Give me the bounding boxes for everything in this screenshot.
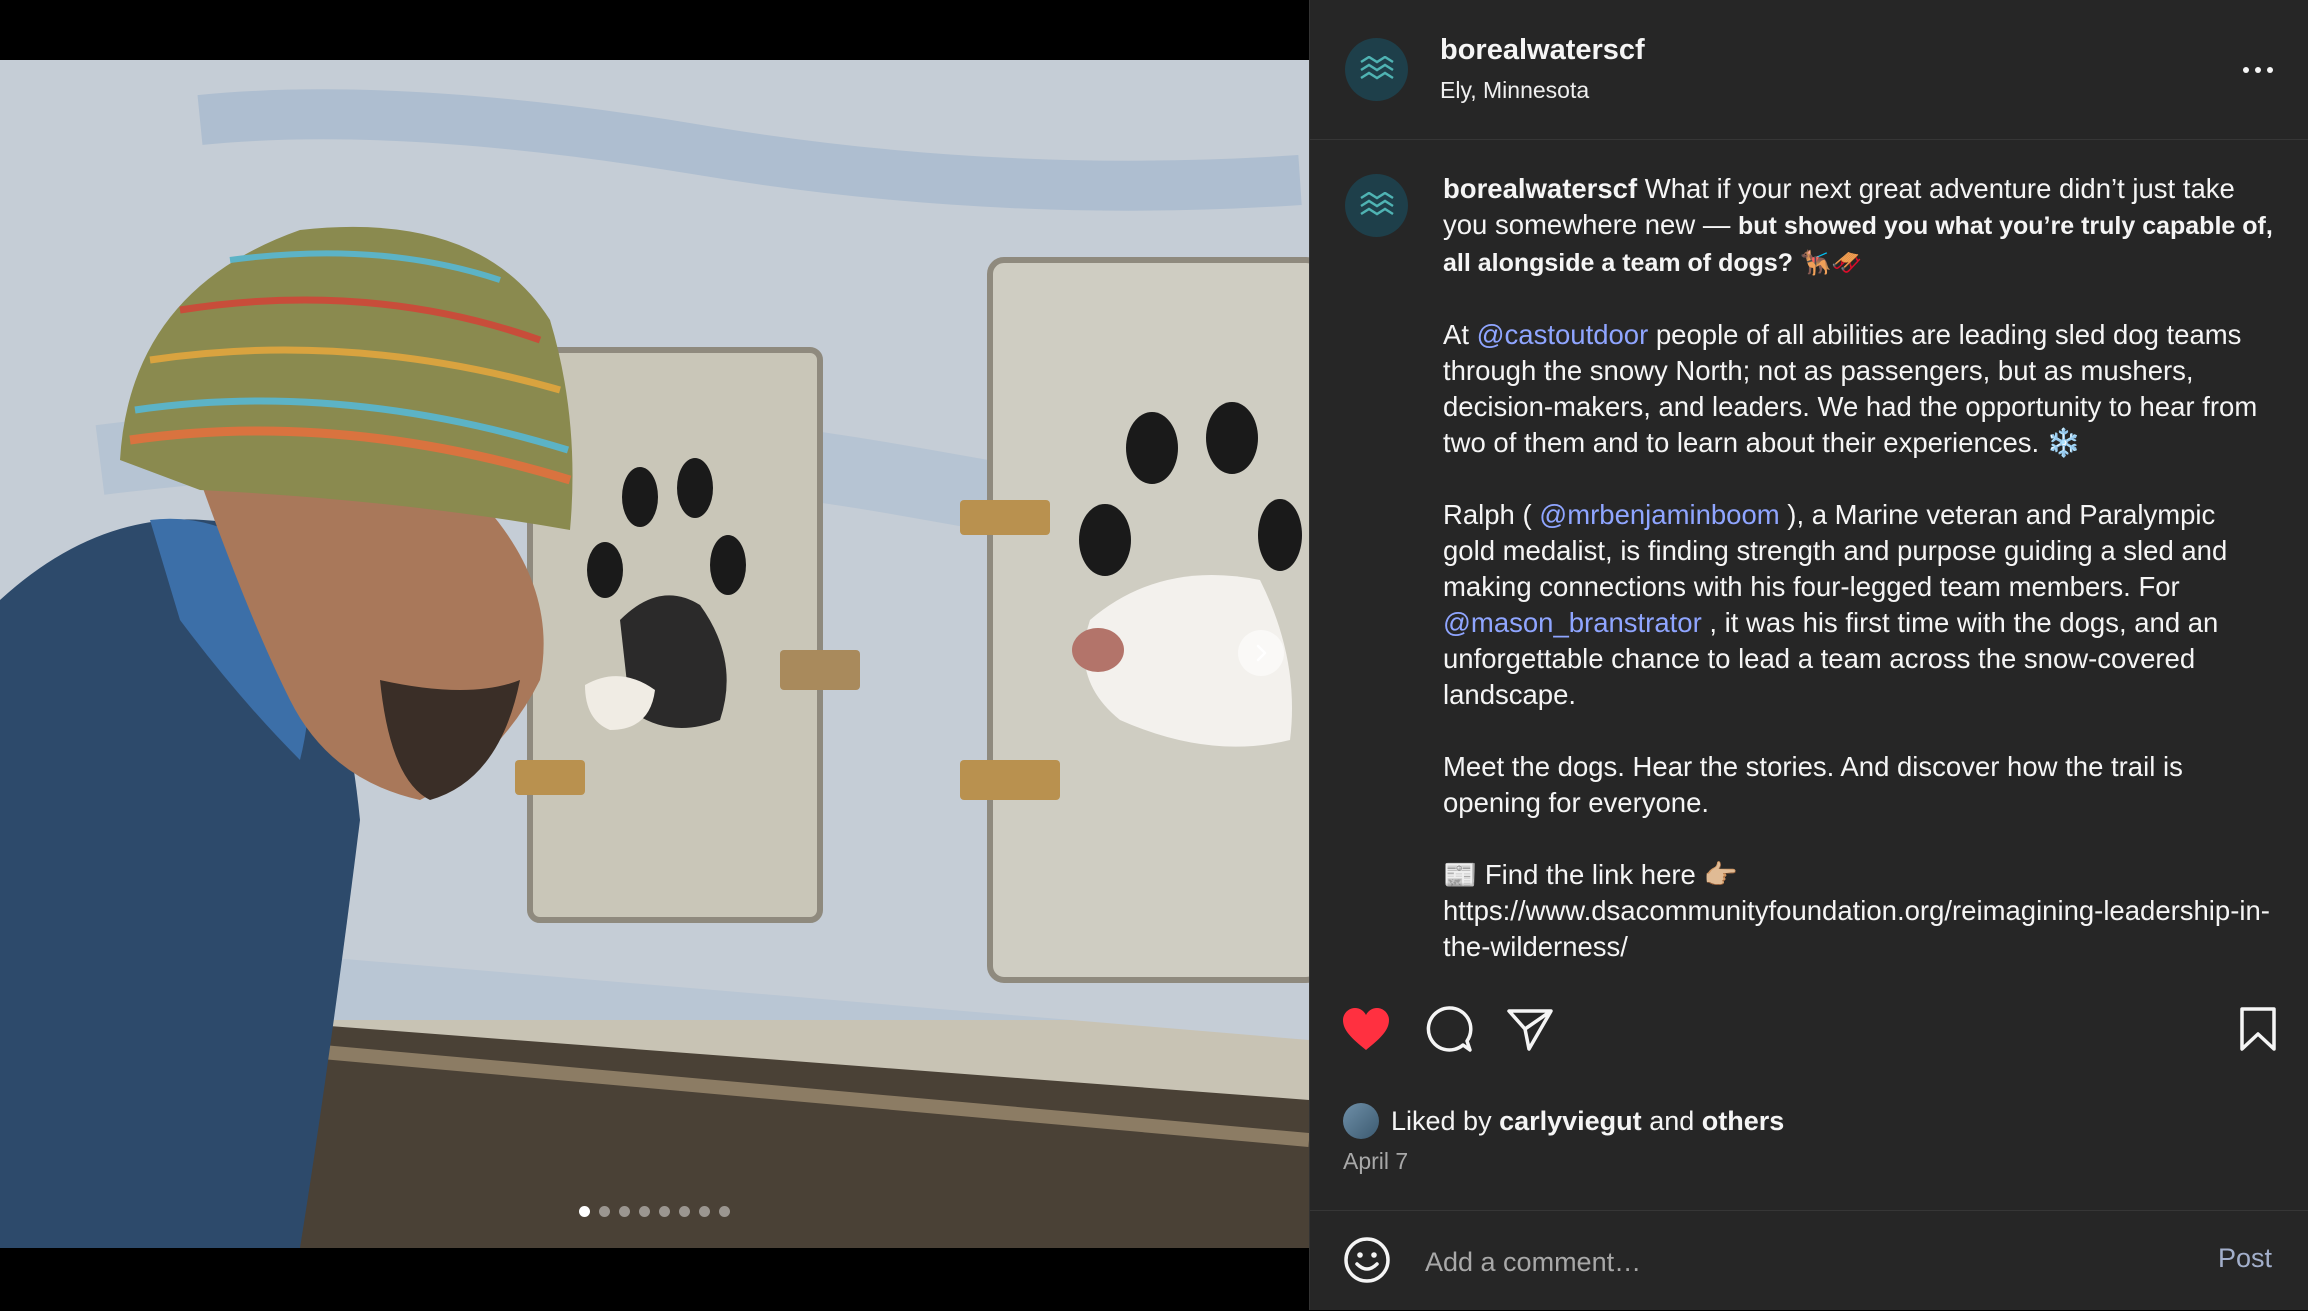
photo-illustration xyxy=(0,60,1309,1248)
carousel-dot xyxy=(599,1206,610,1217)
carousel-dot xyxy=(619,1206,630,1217)
carousel-dot xyxy=(719,1206,730,1217)
more-options-button[interactable] xyxy=(2234,52,2282,88)
caption-text: Ralph ( xyxy=(1443,499,1540,530)
chevron-right-icon xyxy=(1256,644,1267,662)
comment-button[interactable] xyxy=(1423,1003,1475,1055)
likes-middle: and xyxy=(1649,1105,1695,1136)
caption-text: At xyxy=(1443,319,1477,350)
like-button[interactable] xyxy=(1340,1003,1392,1055)
heart-filled-icon xyxy=(1343,1008,1389,1050)
author-avatar[interactable] xyxy=(1345,38,1408,101)
post-side-panel: borealwaterscf Ely, Minnesota borealwate… xyxy=(1309,0,2308,1310)
caption-avatar[interactable] xyxy=(1345,174,1408,237)
carousel-dot xyxy=(639,1206,650,1217)
post-header: borealwaterscf Ely, Minnesota xyxy=(1310,0,2308,140)
caption-paragraph: 📰 Find the link here 👉🏼 https://www.dsac… xyxy=(1443,857,2273,965)
mention-link[interactable]: @castoutdoor xyxy=(1477,319,1649,350)
carousel-dot xyxy=(579,1206,590,1217)
caption-paragraph: At @castoutdoor people of all abilities … xyxy=(1443,317,2273,461)
post-photo[interactable] xyxy=(0,60,1309,1248)
post-media xyxy=(0,0,1309,1310)
post-caption: borealwaterscf What if your next great a… xyxy=(1443,171,2273,996)
more-dot xyxy=(2255,67,2261,73)
carousel-dot xyxy=(679,1206,690,1217)
likes-prefix: Liked by xyxy=(1391,1105,1492,1136)
bookmark-icon xyxy=(2240,1007,2276,1051)
post-location[interactable]: Ely, Minnesota xyxy=(1440,77,1589,104)
carousel-dots xyxy=(0,1206,1309,1217)
share-button[interactable] xyxy=(1504,1003,1556,1055)
liker-username[interactable]: carlyviegut xyxy=(1499,1106,1642,1137)
caption-paragraph: Ralph ( @mrbenjaminboom ), a Marine vete… xyxy=(1443,497,2273,713)
smiley-icon xyxy=(1344,1237,1390,1283)
caption-url: https://www.dsacommunityfoundation.org/r… xyxy=(1443,895,2270,962)
carousel-dot xyxy=(699,1206,710,1217)
caption-text: 📰 Find the link here 👉🏼 xyxy=(1443,859,1738,890)
author-username[interactable]: borealwaterscf xyxy=(1440,34,1645,67)
caption-paragraph: borealwaterscf What if your next great a… xyxy=(1443,171,2273,281)
paper-plane-icon xyxy=(1507,1009,1553,1051)
liker-avatar xyxy=(1343,1103,1379,1139)
waves-logo-icon xyxy=(1359,55,1394,79)
more-dot xyxy=(2243,67,2249,73)
comment-bubble-icon xyxy=(1426,1006,1473,1052)
comment-input[interactable] xyxy=(1423,1239,2127,1285)
next-slide-button[interactable] xyxy=(1238,630,1284,676)
mention-link[interactable]: @mrbenjaminboom xyxy=(1539,499,1779,530)
post-comment-button[interactable]: Post xyxy=(2218,1243,2272,1274)
waves-logo-icon xyxy=(1359,191,1394,215)
post-date[interactable]: April 7 xyxy=(1343,1148,1408,1175)
caption-text: Meet the dogs. Hear the stories. And dis… xyxy=(1443,751,2183,818)
emoji-button[interactable] xyxy=(1342,1235,1392,1285)
more-dot xyxy=(2267,67,2273,73)
caption-paragraph: Meet the dogs. Hear the stories. And dis… xyxy=(1443,749,2273,821)
likes-summary[interactable]: Liked by carlyviegut and others xyxy=(1343,1101,1784,1141)
mention-link[interactable]: @mason_branstrator xyxy=(1443,607,1702,638)
carousel-dot xyxy=(659,1206,670,1217)
post-actions xyxy=(1310,995,2308,1065)
save-button[interactable] xyxy=(2232,1003,2284,1055)
likes-others-link[interactable]: others xyxy=(1702,1106,1785,1137)
caption-username[interactable]: borealwaterscf xyxy=(1443,173,1637,204)
comment-bar: Post xyxy=(1310,1210,2308,1311)
